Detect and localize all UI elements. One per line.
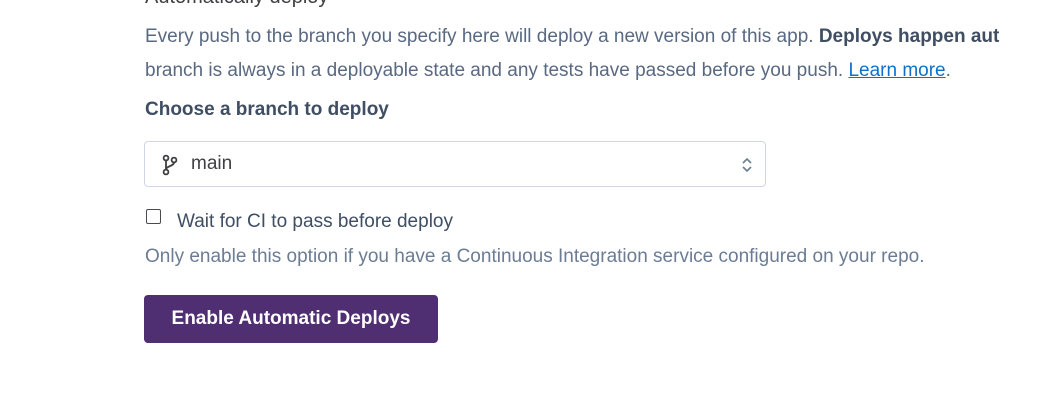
learn-more-link[interactable]: Learn more <box>848 60 945 81</box>
description: Every push to the branch you specify her… <box>145 20 1048 88</box>
ci-hint-text: Only enable this option if you have a Co… <box>145 246 925 267</box>
description-text-line2: branch is always in a deployable state a… <box>145 60 849 81</box>
wait-for-ci-checkbox[interactable] <box>146 209 161 224</box>
git-branch-icon <box>161 154 179 176</box>
section-heading: Automatically deploy <box>145 0 328 9</box>
wait-for-ci-label[interactable]: Wait for CI to pass before deploy <box>177 211 453 233</box>
enable-automatic-deploys-button[interactable]: Enable Automatic Deploys <box>144 295 438 343</box>
branch-select[interactable]: main <box>144 141 766 187</box>
description-text: Every push to the branch you specify her… <box>145 26 819 47</box>
description-bold: Deploys happen aut <box>818 26 1000 47</box>
automatic-deploys-panel: Automatically deploy Every push to the b… <box>0 0 1048 408</box>
branch-select-label: Choose a branch to deploy <box>145 99 389 120</box>
description-trailing: . <box>945 60 951 81</box>
branch-select-value: main <box>191 153 233 174</box>
select-chevrons-icon <box>741 155 753 175</box>
